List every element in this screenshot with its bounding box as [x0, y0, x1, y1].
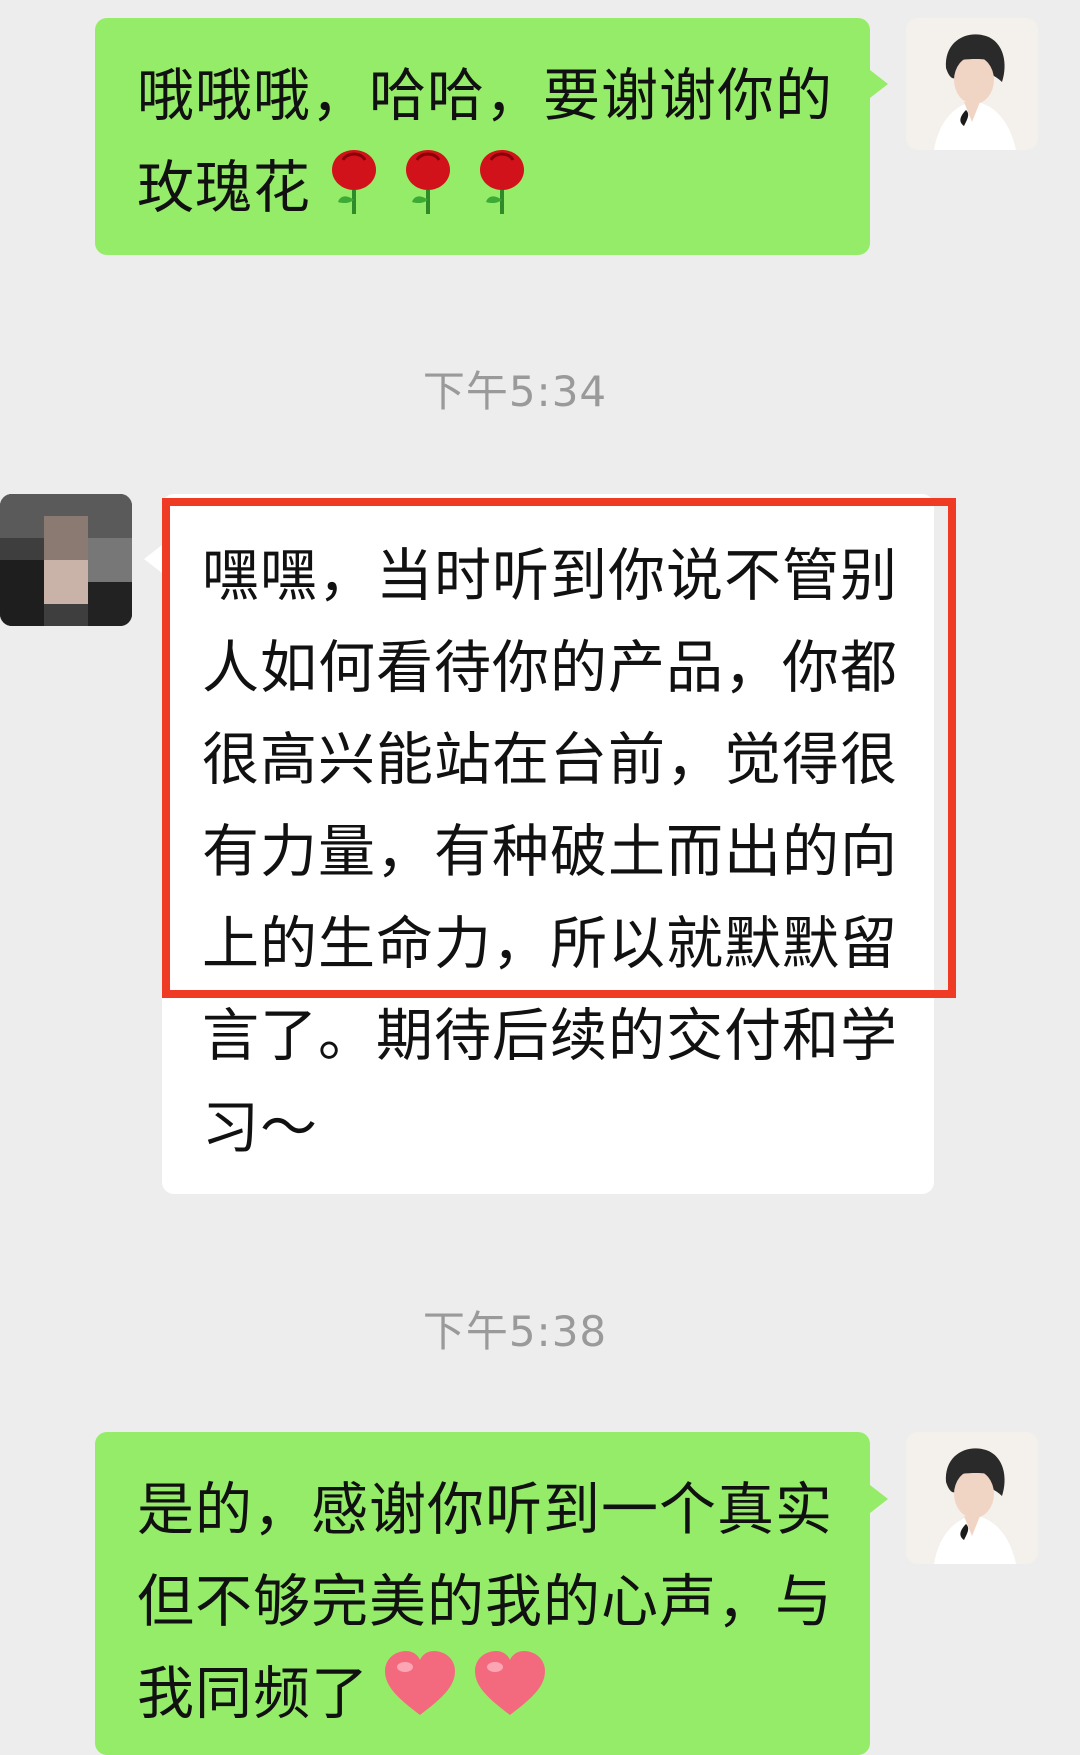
- avatar-self[interactable]: [906, 1432, 1038, 1564]
- chat-view: 哦哦哦，哈哈，要谢谢你的玫瑰花 下午5:34 嘿嘿，当时听到你说不管别人如何看待…: [0, 0, 1080, 1755]
- bubble-tail: [144, 545, 162, 573]
- rose-icon: [323, 142, 385, 241]
- rose-icon: [397, 142, 459, 241]
- heart-icon: [381, 1649, 459, 1746]
- message-bubble-3[interactable]: 是的，感谢你听到一个真实但不够完美的我的心声，与我同频了: [95, 1432, 870, 1755]
- timestamp: 下午5:34: [422, 367, 608, 416]
- avatar-contact[interactable]: [0, 494, 132, 626]
- avatar-self[interactable]: [906, 18, 1038, 150]
- message-bubble-1[interactable]: 哦哦哦，哈哈，要谢谢你的玫瑰花: [95, 18, 870, 255]
- message-text-2: 嘿嘿，当时听到你说不管别人如何看待你的产品，你都很高兴能站在台前，觉得很有力量，…: [202, 543, 898, 1161]
- bubble-tail: [870, 1485, 888, 1513]
- rose-icon: [471, 142, 533, 241]
- bubble-tail: [870, 70, 888, 98]
- heart-icon: [471, 1649, 549, 1746]
- timestamp: 下午5:38: [422, 1307, 608, 1356]
- message-bubble-2[interactable]: 嘿嘿，当时听到你说不管别人如何看待你的产品，你都很高兴能站在台前，觉得很有力量，…: [162, 494, 934, 1194]
